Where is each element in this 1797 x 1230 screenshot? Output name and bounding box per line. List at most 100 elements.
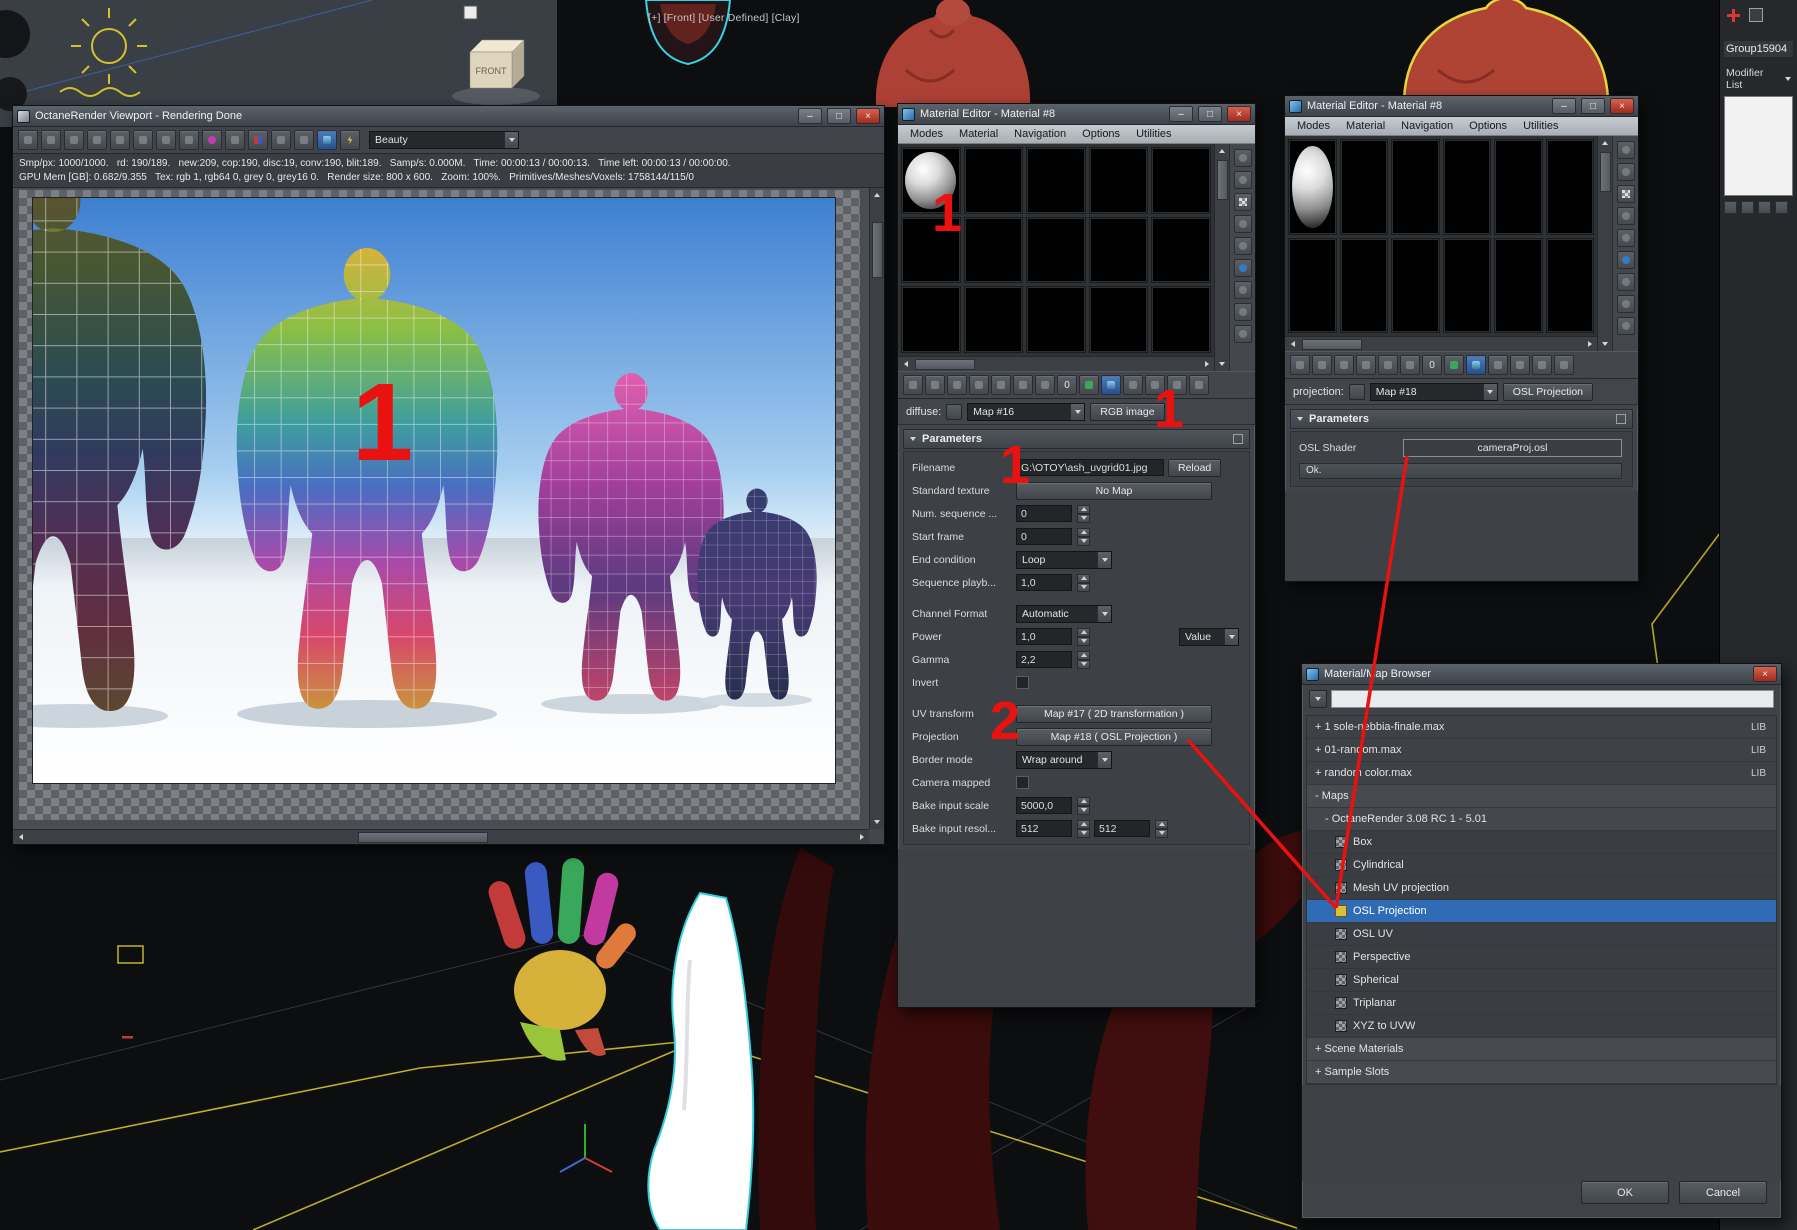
material-map-navigator-icon[interactable] [1616,317,1635,335]
white-balance-picker-icon[interactable] [225,130,245,150]
border-mode-dropdown[interactable]: Wrap around [1016,750,1112,769]
projection-map-button[interactable]: Map #18 ( OSL Projection ) [1016,727,1212,746]
spinner[interactable] [1077,504,1090,523]
material-id-badge[interactable]: 0 [1422,355,1442,375]
material-slot[interactable] [901,286,961,353]
spinner[interactable] [1077,627,1090,646]
browser-row-map-selected[interactable]: OSL Projection [1307,900,1776,923]
browser-row-map[interactable]: Perspective [1307,946,1776,969]
close-button[interactable]: × [856,108,880,124]
material-slot[interactable] [963,216,1024,284]
minimize-button[interactable]: – [1552,98,1576,114]
spinner[interactable] [1155,819,1168,838]
editor-options-icon[interactable] [1233,281,1252,299]
bake-resolution-y-field[interactable]: 512 [1094,820,1150,837]
menu-modes[interactable]: Modes [902,128,951,140]
material-slot[interactable] [1088,216,1149,284]
material-id-channel-icon[interactable] [1035,375,1055,395]
background-checker-icon[interactable] [1616,185,1635,203]
make-unique-icon[interactable] [1378,355,1398,375]
osl-ok-button[interactable]: Ok. [1299,462,1622,479]
close-button[interactable]: × [1753,666,1777,682]
rollout-pin-icon[interactable] [1233,434,1243,444]
backlight-icon[interactable] [1616,163,1635,181]
editor-options-icon[interactable] [1616,273,1635,291]
slots-vertical-scrollbar[interactable] [1597,136,1612,351]
end-condition-dropdown[interactable]: Loop [1016,550,1112,569]
film-region-icon[interactable] [271,130,291,150]
osl-shader-field[interactable]: cameraProj.osl [1403,438,1622,457]
render-settings-icon[interactable] [18,130,38,150]
material-slot[interactable] [1391,237,1440,333]
stop-render-icon[interactable] [156,130,176,150]
browser-row-subgroup[interactable]: - OctaneRender 3.08 RC 1 - 5.01 [1307,808,1776,831]
sample-tiling-icon[interactable] [1233,215,1252,233]
show-end-result-icon[interactable] [1741,201,1754,214]
clay-mode-icon[interactable] [294,130,314,150]
parameters-rollout-header[interactable]: Parameters [1290,409,1633,429]
go-forward-sibling-icon[interactable] [1145,375,1165,395]
invert-checkbox[interactable] [1016,676,1029,689]
material-slot[interactable] [1494,139,1543,235]
pin-panel-icon[interactable] [1189,375,1209,395]
assign-to-selection-icon[interactable] [947,375,967,395]
minimize-button[interactable]: – [1169,106,1193,122]
maximize-button[interactable]: □ [1581,98,1605,114]
video-color-check-icon[interactable] [1233,237,1252,255]
material-slot[interactable] [963,147,1024,214]
render-vertical-scrollbar[interactable] [869,188,884,829]
copy-image-icon[interactable] [64,130,84,150]
material-slot[interactable] [1391,139,1440,235]
browser-row-map[interactable]: Box [1307,831,1776,854]
material-slot[interactable] [1088,147,1149,214]
material-slot[interactable] [1545,139,1594,235]
material-map-navigator-icon[interactable] [1233,325,1252,343]
map-slot-dropdown[interactable]: Map #18 [1369,382,1498,401]
menu-utilities[interactable]: Utilities [1515,120,1566,132]
material-slot[interactable] [1151,216,1211,284]
select-by-material-icon[interactable] [1616,295,1635,313]
map-slot-dropdown[interactable]: Map #16 [967,402,1086,421]
material-id-badge[interactable]: 0 [1057,375,1077,395]
modifier-list-dropdown[interactable]: Modifier List [1724,65,1793,93]
material-picker-icon[interactable] [202,130,222,150]
window-titlebar[interactable]: OctaneRender Viewport - Rendering Done –… [13,106,884,127]
browser-row-group[interactable]: + Scene Materials [1307,1038,1776,1061]
menu-material[interactable]: Material [1338,120,1393,132]
bake-resolution-x-field[interactable]: 512 [1016,820,1072,837]
spinner[interactable] [1077,573,1090,592]
pin-panel-icon[interactable] [1554,355,1574,375]
sample-type-icon[interactable] [1233,149,1252,167]
browser-row-map[interactable]: Triplanar [1307,992,1776,1015]
maximize-button[interactable]: □ [1198,106,1222,122]
browser-row-map[interactable]: Spherical [1307,969,1776,992]
material-slot[interactable] [901,216,961,284]
minimize-button[interactable]: – [798,108,822,124]
background-checker-icon[interactable] [1233,193,1252,211]
material-slot[interactable] [1026,147,1086,214]
material-slot[interactable] [1442,139,1491,235]
material-slot[interactable] [1288,237,1337,333]
selection-box-icon[interactable] [1749,8,1763,22]
sample-uv-tiling-icon[interactable] [1167,375,1187,395]
menu-modes[interactable]: Modes [1289,120,1338,132]
cancel-button[interactable]: Cancel [1679,1181,1767,1204]
filename-field[interactable]: G:\OTOY\ash_uvgrid01.jpg [1016,459,1164,476]
material-slot[interactable] [1151,286,1211,353]
browser-row-group[interactable]: + Sample Slots [1307,1061,1776,1084]
render-region-icon[interactable] [248,130,268,150]
show-map-in-viewport-icon[interactable] [1101,375,1121,395]
close-button[interactable]: × [1610,98,1634,114]
menu-navigation[interactable]: Navigation [1393,120,1461,132]
gamma-field[interactable]: 2,2 [1016,651,1072,668]
assign-to-selection-icon[interactable] [1334,355,1354,375]
power-field[interactable]: 1,0 [1016,628,1072,645]
start-frame-field[interactable]: 0 [1016,528,1072,545]
material-slot[interactable] [1339,237,1388,333]
browser-row-library[interactable]: + random color.max LIB [1307,762,1776,785]
browser-row-map[interactable]: Cylindrical [1307,854,1776,877]
create-plus-icon[interactable] [1726,8,1741,23]
sample-tiling-icon[interactable] [1616,207,1635,225]
bake-input-scale-field[interactable]: 5000,0 [1016,797,1072,814]
go-to-parent-icon[interactable] [1488,355,1508,375]
